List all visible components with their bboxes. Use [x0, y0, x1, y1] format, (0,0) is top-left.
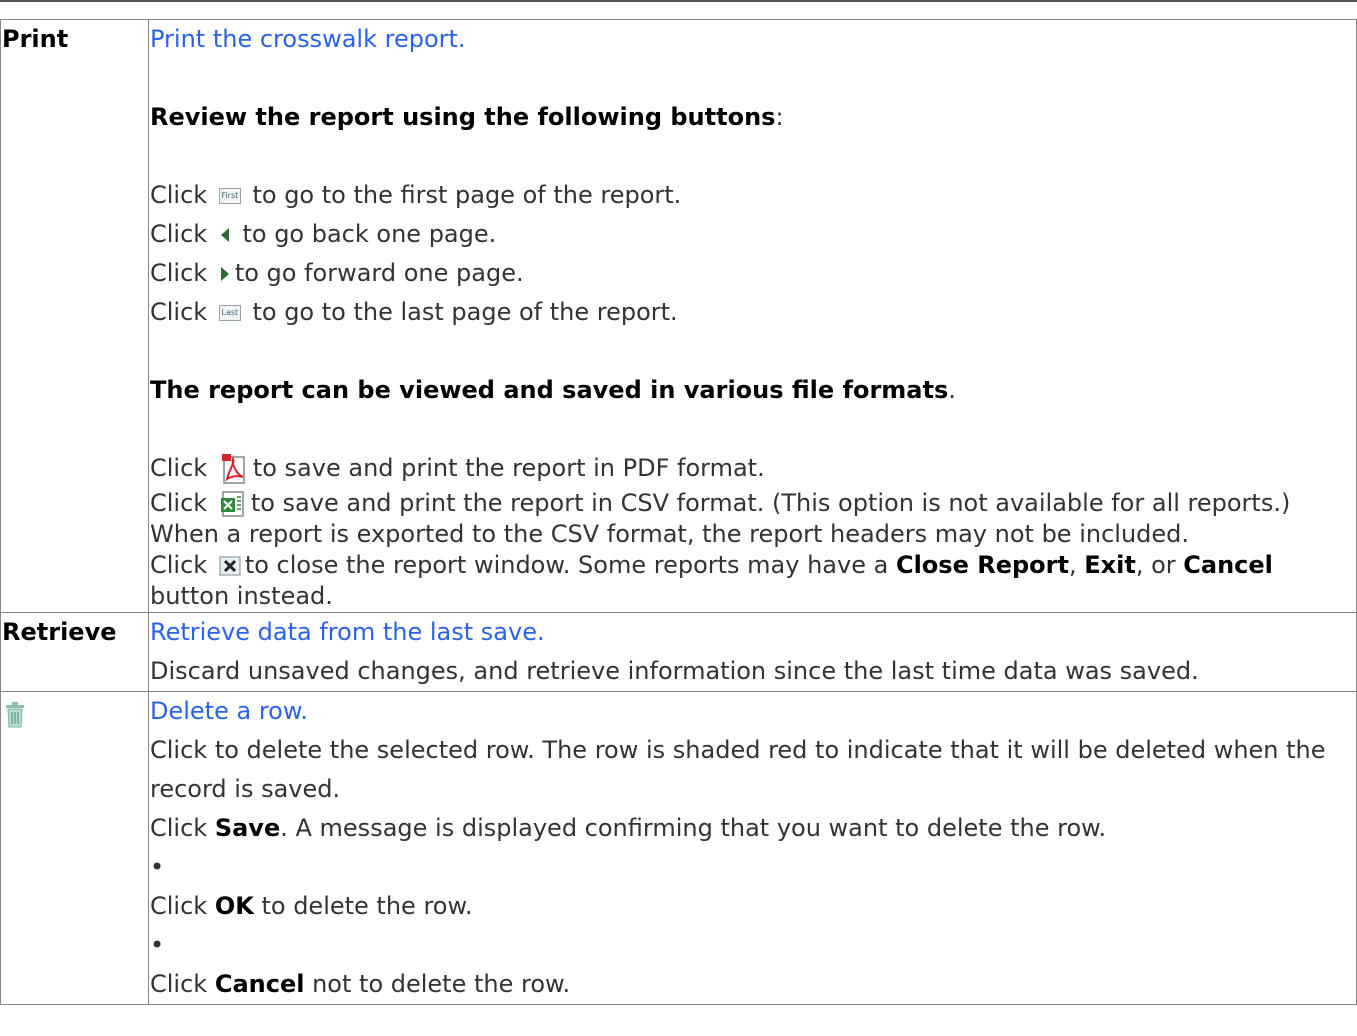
csv-icon	[220, 491, 244, 517]
review-heading: Review the report using the following bu…	[150, 103, 776, 131]
close-report-icon	[219, 556, 241, 576]
close-line: Click to close the report window. Some r…	[150, 551, 1273, 610]
previous-page-icon	[220, 228, 229, 242]
pdf-line: Click to save and print the report in PD…	[150, 449, 1355, 488]
retrieve-description: Retrieve data from the last save. Discar…	[148, 612, 1357, 692]
button-reference-table: Print Print the crosswalk report. Review…	[0, 19, 1357, 1005]
prev-page-line: Click to go back one page.	[150, 220, 497, 248]
first-page-line: Click First to go to the first page of t…	[150, 181, 682, 209]
delete-row: Delete a row. Click to delete the select…	[0, 691, 1357, 1005]
csv-line: Click to save and print the report in CS…	[150, 489, 1291, 548]
retrieve-link[interactable]: Retrieve data from the last save.	[150, 618, 545, 646]
print-row: Print Print the crosswalk report. Review…	[0, 19, 1357, 613]
next-page-icon	[220, 267, 229, 281]
pdf-icon	[221, 454, 245, 484]
bullet: •	[150, 853, 165, 881]
bullet: •	[150, 931, 165, 959]
print-link[interactable]: Print the crosswalk report.	[150, 25, 466, 53]
retrieve-row: Retrieve Retrieve data from the last sav…	[0, 612, 1357, 692]
delete-label	[0, 691, 149, 1005]
retrieve-label: Retrieve	[0, 612, 149, 692]
top-rule	[0, 0, 1357, 2]
trash-icon	[6, 702, 24, 728]
print-description: Print the crosswalk report. Review the r…	[148, 19, 1357, 613]
last-page-icon: Last	[218, 305, 241, 321]
next-page-line: Click to go forward one page.	[150, 259, 524, 287]
last-page-line: Click Last to go to the last page of the…	[150, 298, 678, 326]
formats-heading: The report can be viewed and saved in va…	[150, 376, 949, 404]
delete-description: Delete a row. Click to delete the select…	[148, 691, 1357, 1005]
delete-link[interactable]: Delete a row.	[150, 697, 308, 725]
print-label: Print	[0, 19, 149, 613]
first-page-icon: First	[218, 188, 241, 204]
